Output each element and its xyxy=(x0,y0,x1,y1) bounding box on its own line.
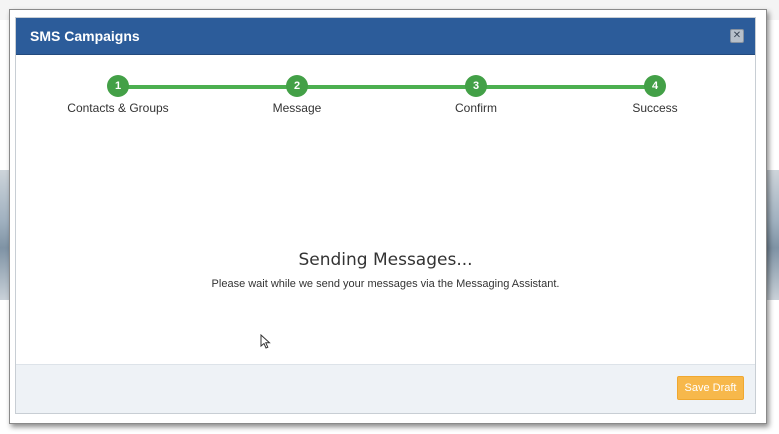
save-draft-button[interactable]: Save Draft xyxy=(677,376,744,400)
close-icon: ✕ xyxy=(732,30,742,41)
step-number: 2 xyxy=(286,75,308,97)
sms-campaigns-modal: SMS Campaigns ✕ 1 Contacts & Groups 2 Me… xyxy=(15,17,756,414)
sending-status-title: Sending Messages... xyxy=(298,250,473,270)
step-number: 1 xyxy=(107,75,129,97)
step-confirm: 3 Confirm xyxy=(396,75,556,115)
step-message: 2 Message xyxy=(217,75,377,115)
step-label: Success xyxy=(632,101,678,115)
mouse-cursor-icon xyxy=(260,334,271,349)
modal-footer: Save Draft xyxy=(16,364,755,413)
step-success: 4 Success xyxy=(575,75,735,115)
step-number: 4 xyxy=(644,75,666,97)
close-button[interactable]: ✕ xyxy=(730,29,744,43)
sending-status-message: Please wait while we send your messages … xyxy=(211,278,560,290)
step-label: Message xyxy=(272,101,322,115)
stepper-progress-line xyxy=(118,85,654,89)
modal-title: SMS Campaigns xyxy=(30,28,140,44)
step-contacts-groups: 1 Contacts & Groups xyxy=(38,75,198,115)
step-label: Contacts & Groups xyxy=(67,101,169,115)
modal-header: SMS Campaigns ✕ xyxy=(16,18,755,55)
step-number: 3 xyxy=(465,75,487,97)
step-label: Confirm xyxy=(454,101,497,115)
